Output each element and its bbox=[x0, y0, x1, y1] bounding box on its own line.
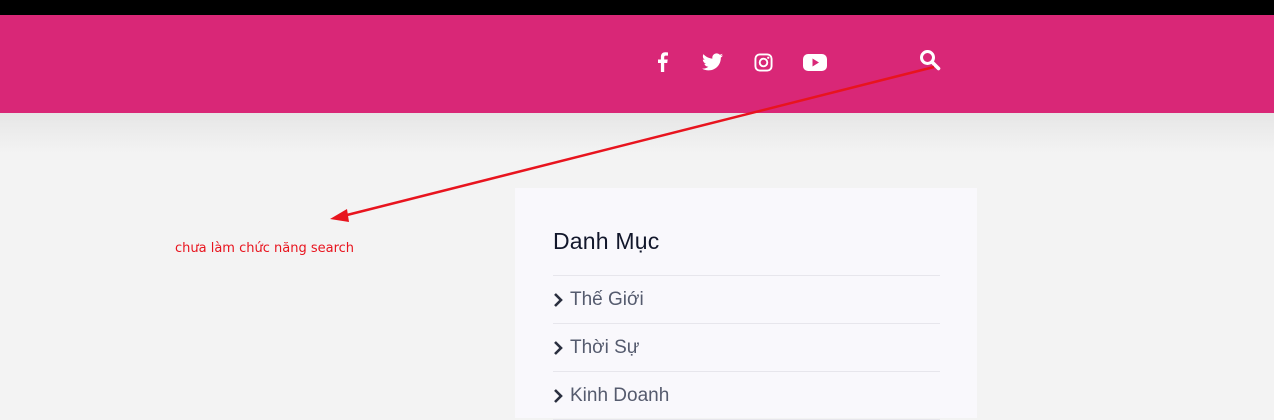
category-list: Thế Giới Thời Sự Kinh Doanh bbox=[553, 276, 940, 420]
facebook-icon bbox=[657, 52, 668, 72]
header-shadow bbox=[0, 113, 1274, 153]
twitter-link[interactable] bbox=[697, 47, 727, 77]
chevron-right-icon bbox=[553, 292, 567, 308]
chevron-right-icon bbox=[553, 388, 567, 404]
category-label: Thời Sự bbox=[570, 336, 640, 358]
instagram-link[interactable] bbox=[748, 47, 778, 77]
chevron-right-icon bbox=[553, 340, 567, 356]
instagram-icon bbox=[753, 52, 773, 72]
category-item-kinh-doanh[interactable]: Kinh Doanh bbox=[553, 372, 940, 420]
category-item-thoi-su[interactable]: Thời Sự bbox=[553, 324, 940, 372]
youtube-icon bbox=[803, 53, 827, 71]
site-header bbox=[0, 15, 1274, 113]
search-icon bbox=[919, 49, 941, 76]
search-button[interactable] bbox=[915, 47, 945, 77]
youtube-link[interactable] bbox=[800, 47, 830, 77]
facebook-link[interactable] bbox=[647, 47, 677, 77]
widget-title: Danh Mục bbox=[553, 228, 660, 254]
category-widget: Danh Mục Thế Giới Thời Sự Kinh Doanh bbox=[515, 188, 977, 420]
category-label: Kinh Doanh bbox=[570, 384, 670, 406]
annotation-note: chưa làm chức năng search bbox=[175, 241, 355, 256]
category-item-the-gioi[interactable]: Thế Giới bbox=[553, 276, 940, 324]
category-label: Thế Giới bbox=[570, 288, 644, 310]
twitter-icon bbox=[701, 53, 723, 71]
top-black-bar bbox=[0, 0, 1274, 15]
